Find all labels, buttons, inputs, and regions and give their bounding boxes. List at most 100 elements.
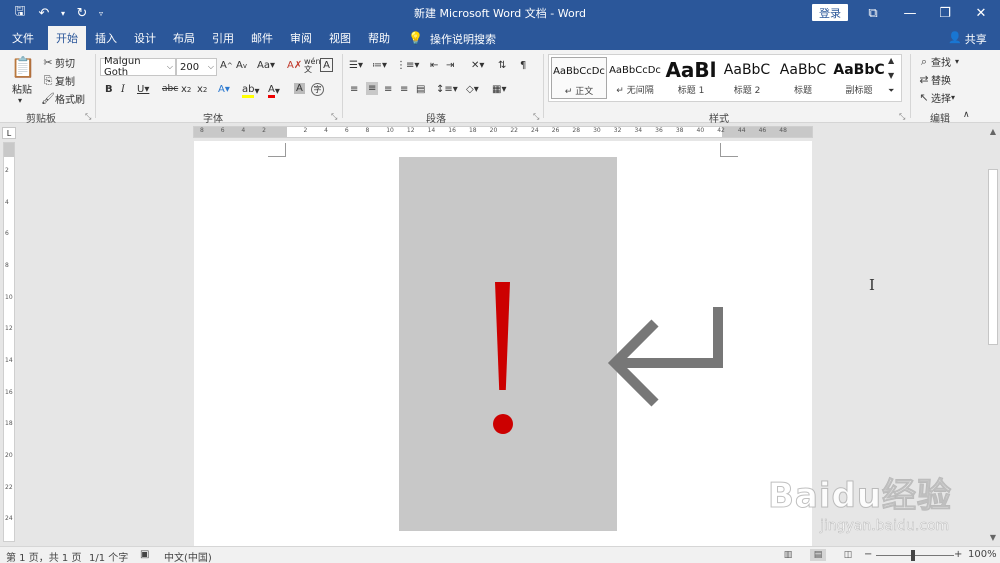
tab-mailings[interactable]: 邮件 [243, 26, 281, 50]
format-painter-button[interactable]: 🖌 格式刷 [41, 91, 85, 106]
tab-file[interactable]: 文件 [4, 26, 42, 50]
embedded-image[interactable] [399, 157, 617, 531]
tab-home[interactable]: 开始 [48, 26, 86, 50]
multilevel-list-icon[interactable]: ⋮≡▾ [396, 60, 419, 71]
find-button[interactable]: ⌕ 查找 ▾ [917, 54, 959, 70]
font-name-select[interactable]: Malgun Goth ⌵ [100, 56, 176, 78]
tab-layout[interactable]: 布局 [165, 26, 203, 50]
clipboard-launcher-icon[interactable]: ⤡ [85, 112, 91, 122]
zoom-out-icon[interactable]: − [864, 549, 872, 560]
tab-view[interactable]: 视图 [321, 26, 359, 50]
read-mode-icon[interactable]: ▥ [780, 549, 796, 561]
vertical-ruler[interactable]: 2 4 6 8 10 12 14 16 18 20 22 24 [3, 142, 15, 542]
cut-button[interactable]: ✂ 剪切 [41, 55, 75, 70]
asian-layout-icon[interactable]: ✕▾ [471, 60, 484, 71]
highlight-color-icon[interactable]: ab ▾ [242, 84, 260, 98]
zoom-level[interactable]: 100% [968, 549, 997, 560]
replace-button[interactable]: ⇄ 替换 [917, 72, 951, 87]
style-no-spacing[interactable]: AaBbCcDc ↵ 无间隔 [607, 57, 663, 99]
page-count-status[interactable]: 第 1 页，共 1 页 [6, 549, 81, 563]
align-right-icon[interactable]: ≡ [384, 84, 392, 95]
language-status[interactable]: 中文(中国) [164, 549, 212, 563]
minimize-icon[interactable]: — [893, 0, 927, 26]
font-color-icon[interactable]: A ▾ [268, 84, 280, 98]
tab-references[interactable]: 引用 [204, 26, 242, 50]
tab-insert[interactable]: 插入 [87, 26, 125, 50]
sort-icon[interactable]: ⇅ [498, 60, 506, 71]
align-left-icon[interactable]: ≡ [350, 84, 358, 95]
underline-icon[interactable]: U▾ [137, 84, 149, 95]
style-heading-1[interactable]: AaBl 标题 1 [663, 57, 719, 99]
copy-button[interactable]: ⎘ 复制 [41, 73, 75, 89]
styles-launcher-icon[interactable]: ⤡ [899, 112, 905, 122]
tab-selector-icon[interactable]: L [2, 127, 16, 139]
style-heading-2[interactable]: AaBbC 标题 2 [719, 57, 775, 99]
show-formatting-marks-icon[interactable]: ¶ [520, 60, 526, 71]
tell-me-search[interactable]: 操作说明搜索 [430, 31, 496, 47]
bullets-icon[interactable]: ☰▾ [349, 60, 363, 71]
style-title[interactable]: AaBbC 标题 [775, 57, 831, 99]
scroll-up-icon[interactable]: ▲ [986, 125, 1000, 137]
save-icon[interactable]: 🖫 [10, 3, 30, 23]
paragraph-launcher-icon[interactable]: ⤡ [533, 112, 539, 122]
login-button[interactable]: 登录 [812, 4, 848, 21]
close-icon[interactable]: ✕ [964, 0, 998, 26]
select-button[interactable]: ↖ 选择 ▾ [917, 90, 955, 105]
italic-icon[interactable]: I [121, 84, 125, 95]
zoom-slider[interactable] [876, 555, 954, 556]
phonetic-guide-icon[interactable]: wén 文 [304, 58, 321, 74]
change-case-icon[interactable]: Aa▾ [257, 60, 275, 71]
numbering-icon[interactable]: ≔▾ [372, 60, 387, 71]
shading-icon[interactable]: ◇▾ [466, 84, 479, 95]
horizontal-ruler[interactable]: 8 6 4 2 2 4 6 8 10 12 14 16 18 20 22 24 26 28 30 32 34 36 38 40… [193, 126, 813, 138]
tab-help[interactable]: 帮助 [360, 26, 398, 50]
redo-icon[interactable]: ↻ [72, 3, 92, 23]
tab-review[interactable]: 审阅 [282, 26, 320, 50]
paste-button[interactable]: 粘贴 [12, 81, 32, 96]
zoom-slider-thumb[interactable] [911, 550, 915, 561]
justify-icon[interactable]: ≡ [400, 84, 408, 95]
clear-formatting-icon[interactable]: A✗ [287, 60, 302, 71]
align-center-icon[interactable]: ≡ [366, 82, 379, 95]
undo-dropdown-icon[interactable]: ▾ [58, 3, 68, 23]
restore-icon[interactable]: ❐ [928, 0, 962, 26]
strikethrough-icon[interactable]: abc [162, 84, 178, 94]
tab-design[interactable]: 设计 [126, 26, 164, 50]
web-layout-icon[interactable]: ◫ [840, 549, 856, 561]
increase-indent-icon[interactable]: ⇥ [446, 60, 454, 71]
ribbon-display-options-icon[interactable]: ⧉ [856, 0, 890, 26]
bold-icon[interactable]: B [105, 84, 113, 95]
distributed-icon[interactable]: ▤ [416, 84, 425, 95]
zoom-in-icon[interactable]: + [954, 549, 962, 560]
font-launcher-icon[interactable]: ⤡ [331, 112, 337, 122]
scrollbar-thumb[interactable] [988, 169, 998, 345]
grow-font-icon[interactable]: A ^ [220, 60, 233, 71]
superscript-icon[interactable]: x2 [197, 84, 207, 95]
styles-more-icon[interactable]: ⏷ [888, 86, 894, 96]
subscript-icon[interactable]: x2 [181, 84, 191, 95]
decrease-indent-icon[interactable]: ⇤ [430, 60, 438, 71]
word-count-status[interactable]: 1/1 个字 [89, 549, 128, 563]
proofing-icon[interactable]: ▣ [140, 549, 149, 560]
paste-icon[interactable]: 📋 [10, 54, 36, 80]
undo-icon[interactable]: ↶ [34, 3, 54, 23]
character-shading-icon[interactable]: A [294, 83, 305, 94]
character-border-icon[interactable]: A [320, 58, 333, 72]
enclose-characters-icon[interactable]: 字 [311, 83, 324, 96]
borders-icon[interactable]: ▦▾ [492, 84, 506, 95]
style-normal[interactable]: AaBbCcDc ↵ 正文 [551, 57, 607, 99]
print-layout-icon[interactable]: ▤ [810, 549, 826, 561]
paste-dropdown-icon[interactable]: ▾ [18, 96, 22, 105]
line-spacing-icon[interactable]: ↕≡▾ [436, 84, 458, 95]
shrink-font-icon[interactable]: Av [236, 60, 247, 71]
font-size-select[interactable]: 200 ⌵ [176, 58, 217, 76]
text-effects-icon[interactable]: A▾ [218, 84, 230, 95]
style-subtitle[interactable]: AaBbC 副标题 [831, 57, 887, 99]
share-button[interactable]: 👤 共享 [948, 31, 987, 47]
styles-scroll-up-icon[interactable]: ▲ [888, 56, 894, 65]
vertical-scrollbar[interactable]: ▲ ▼ [986, 123, 1000, 546]
collapse-ribbon-icon[interactable]: ∧ [963, 110, 970, 120]
scroll-down-icon[interactable]: ▼ [986, 531, 1000, 543]
customize-qat-icon[interactable]: ▿ [96, 3, 106, 23]
styles-scroll-down-icon[interactable]: ▼ [888, 71, 894, 80]
